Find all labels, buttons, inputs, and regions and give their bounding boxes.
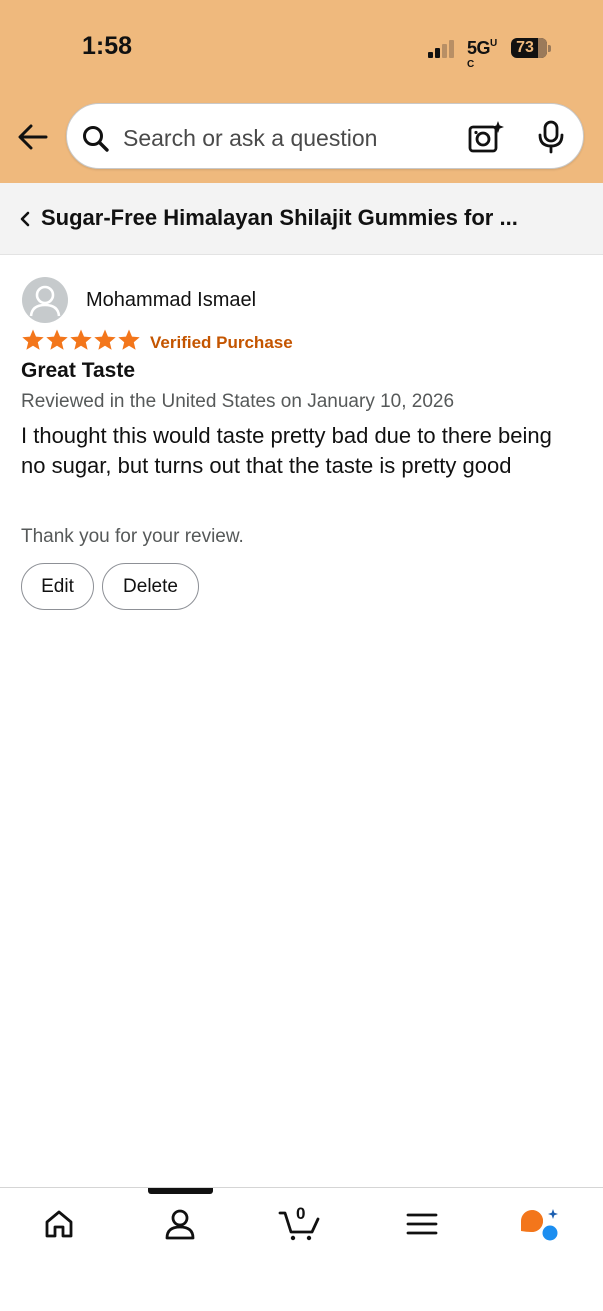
review-date: Reviewed in the United States on January… <box>21 391 455 412</box>
search-bar[interactable]: Search or ask a question <box>66 103 584 169</box>
star-icon <box>70 329 92 350</box>
chevron-left-icon[interactable] <box>18 210 32 228</box>
network-type: 5GU C <box>467 38 497 70</box>
camera-search-icon[interactable] <box>467 119 505 155</box>
app-header: 1:58 5GU C 73 Search or ask a question <box>0 0 603 183</box>
review-title: Great Taste <box>21 359 135 382</box>
account-icon[interactable] <box>163 1207 197 1241</box>
battery-level: 73 <box>516 39 534 56</box>
star-icon <box>118 329 140 350</box>
reviewer-name: Mohammad Ismael <box>86 289 257 311</box>
star-icon <box>46 329 68 350</box>
active-tab-indicator <box>148 1188 213 1194</box>
edit-button[interactable]: Edit <box>21 563 94 610</box>
home-icon[interactable] <box>42 1207 76 1241</box>
product-title-bar[interactable]: Sugar-Free Himalayan Shilajit Gummies fo… <box>0 183 603 255</box>
microphone-icon[interactable] <box>537 120 565 154</box>
battery-icon: 73 <box>511 38 547 58</box>
back-arrow-icon[interactable] <box>16 120 50 154</box>
verified-purchase-badge: Verified Purchase <box>150 333 293 352</box>
star-rating <box>21 328 141 354</box>
signal-strength-icon <box>428 40 456 58</box>
rufus-assistant-icon[interactable] <box>519 1207 561 1241</box>
review-body: I thought this would taste pretty bad du… <box>21 423 552 478</box>
thank-you-message: Thank you for your review. <box>21 526 244 547</box>
menu-icon[interactable] <box>405 1207 439 1241</box>
avatar <box>22 277 68 323</box>
star-icon <box>22 329 44 350</box>
search-icon <box>83 126 109 152</box>
default-user-icon <box>29 285 61 317</box>
cart-count-badge: 0 <box>296 1204 306 1223</box>
status-time: 1:58 <box>82 32 133 60</box>
search-input[interactable]: Search or ask a question <box>123 125 377 152</box>
delete-button[interactable]: Delete <box>102 563 199 610</box>
product-title[interactable]: Sugar-Free Himalayan Shilajit Gummies fo… <box>41 205 586 231</box>
star-icon <box>94 329 116 350</box>
